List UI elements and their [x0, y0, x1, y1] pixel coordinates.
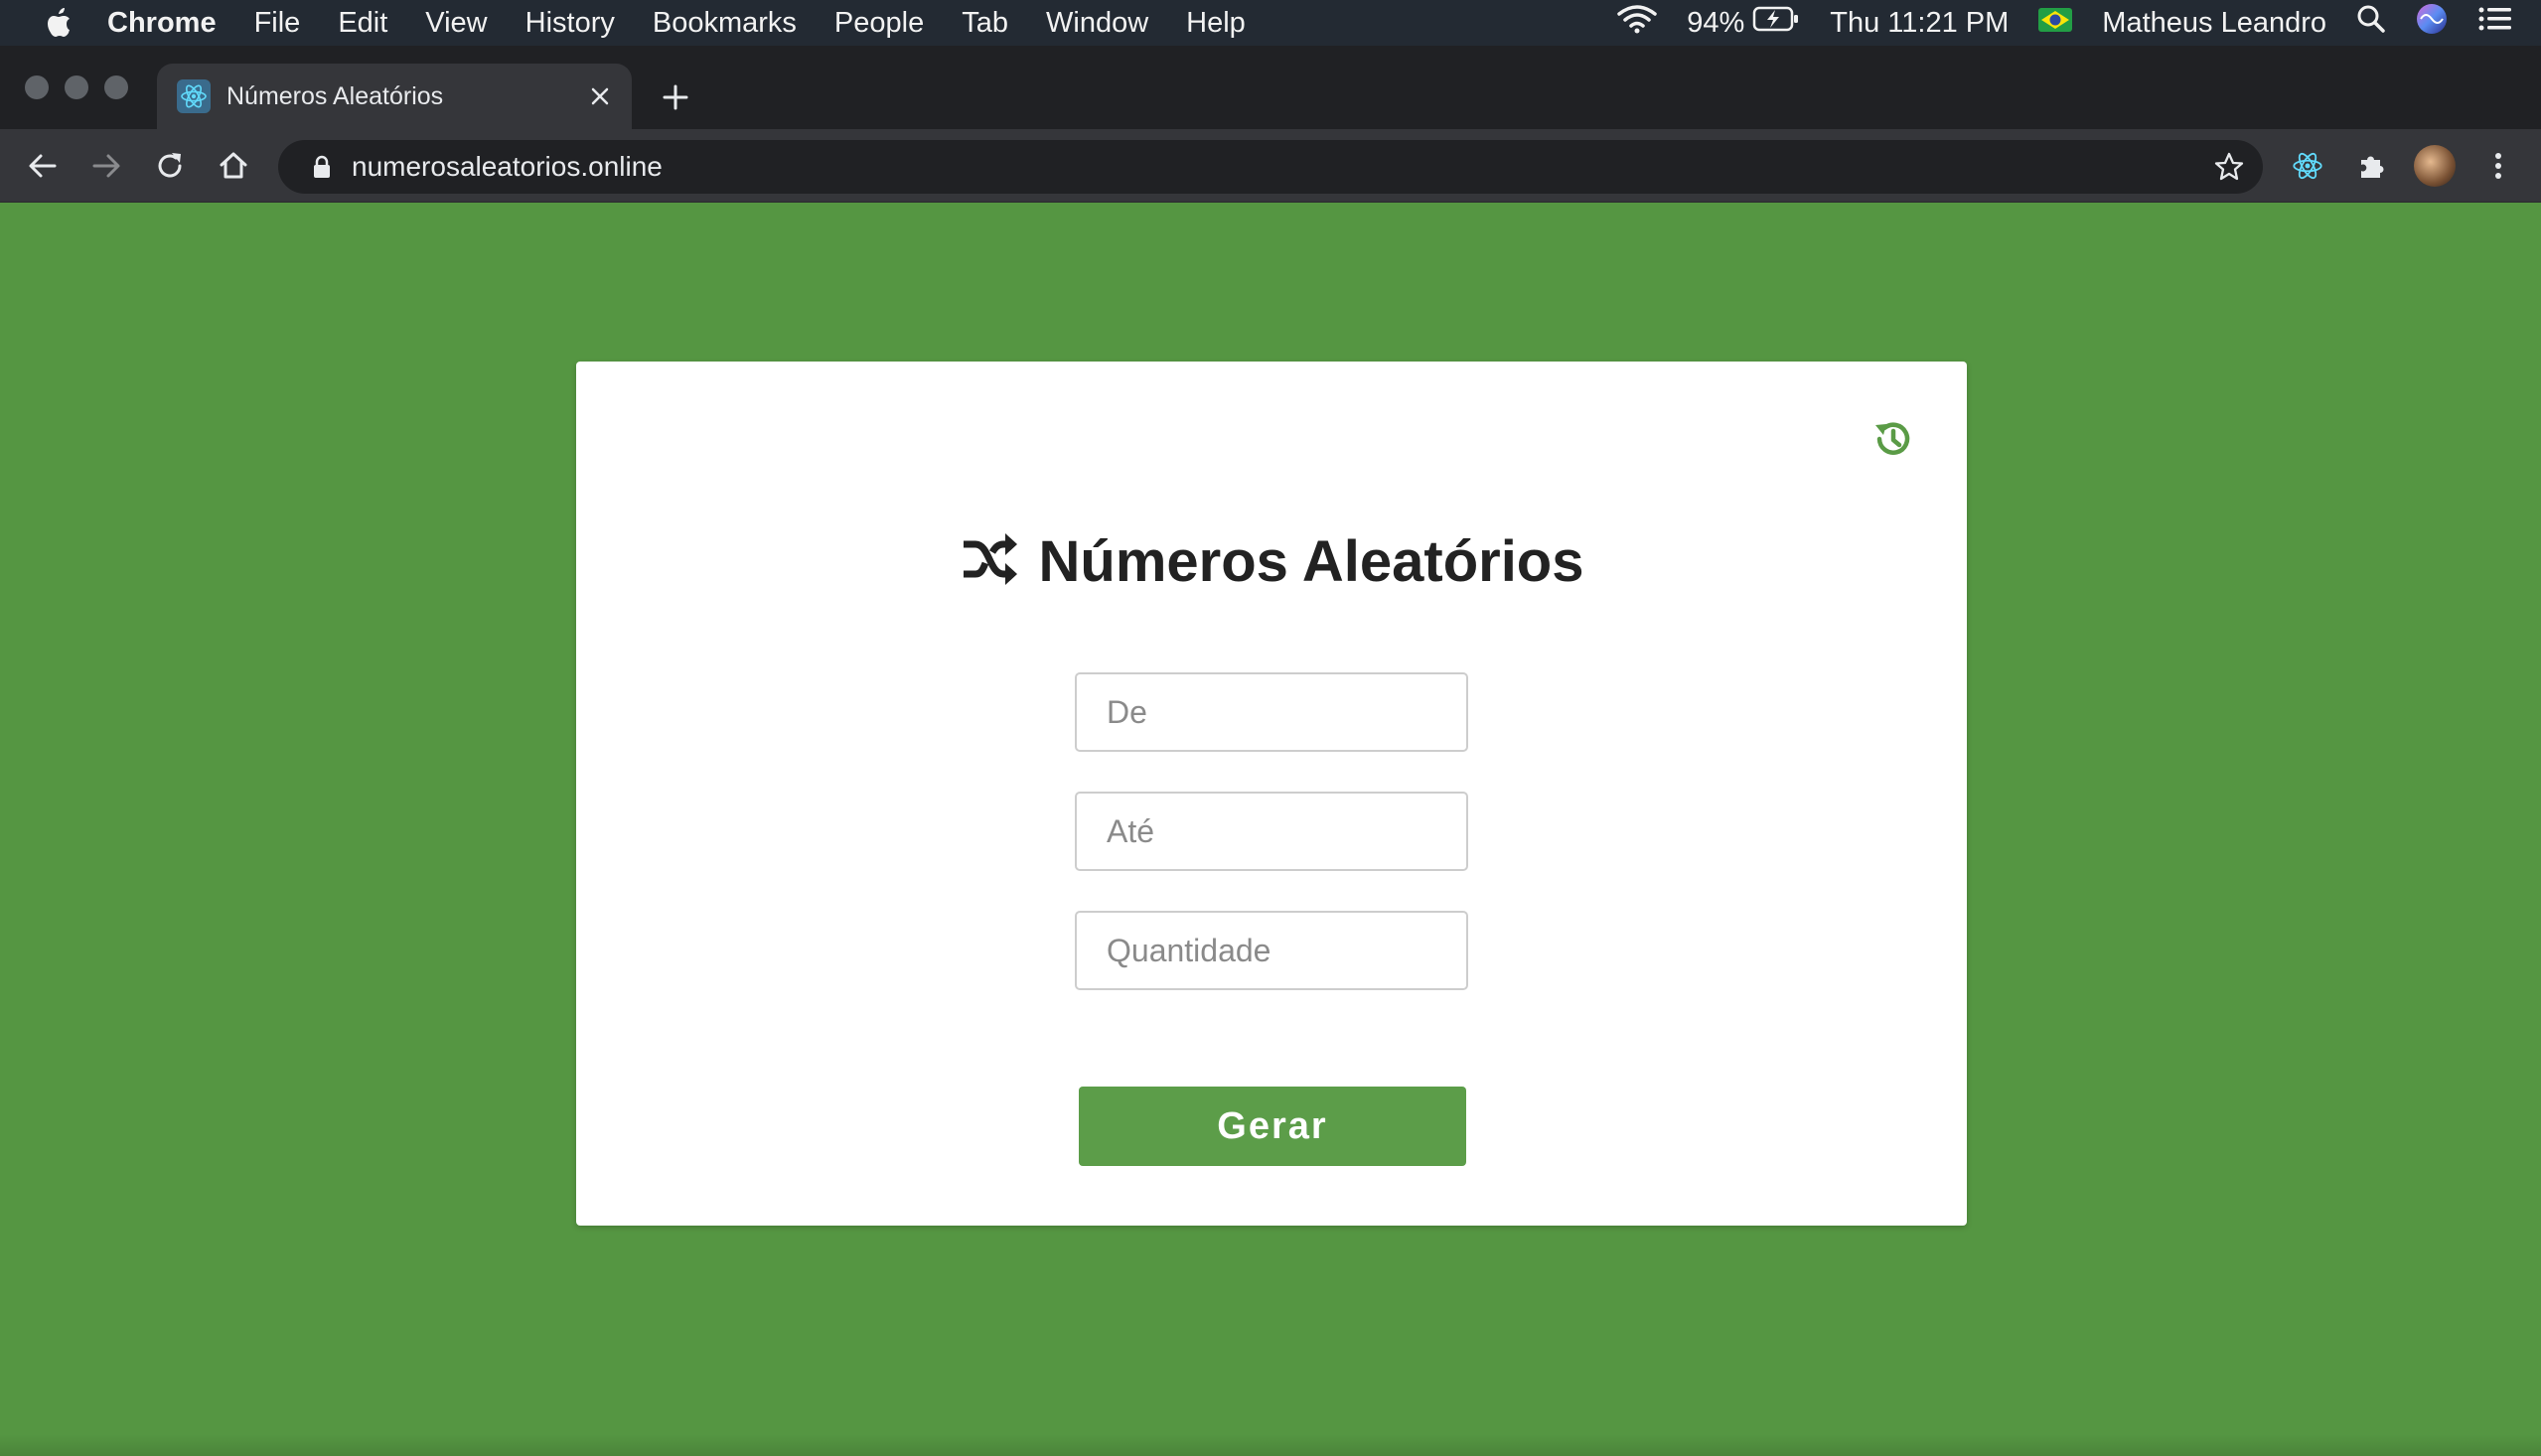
- brazil-flag-icon[interactable]: [2038, 7, 2073, 40]
- to-input[interactable]: [1075, 792, 1468, 871]
- address-bar[interactable]: numerosaleatorios.online: [278, 140, 2263, 194]
- siri-icon[interactable]: [2416, 3, 2448, 43]
- page-bottom-shadow: [0, 1434, 2541, 1456]
- menu-people[interactable]: People: [834, 7, 924, 40]
- menu-app-name[interactable]: Chrome: [107, 7, 217, 40]
- apple-icon[interactable]: [38, 7, 77, 39]
- profile-avatar[interactable]: [2411, 142, 2459, 190]
- wifi-icon[interactable]: [1617, 4, 1657, 42]
- page-title: Números Aleatórios: [1038, 529, 1584, 594]
- back-icon[interactable]: [19, 142, 67, 190]
- browser-toolbar: numerosaleatorios.online: [0, 129, 2541, 203]
- menubar-user[interactable]: Matheus Leandro: [2102, 7, 2326, 40]
- window-zoom-button[interactable]: [104, 75, 128, 99]
- lock-icon[interactable]: [302, 155, 342, 179]
- menu-edit[interactable]: Edit: [338, 7, 387, 40]
- history-icon[interactable]: [1869, 415, 1917, 463]
- menu-bookmarks[interactable]: Bookmarks: [653, 7, 797, 40]
- browser-tab-strip: Números Aleatórios: [0, 46, 2541, 129]
- menu-help[interactable]: Help: [1186, 7, 1246, 40]
- shuffle-icon: [960, 532, 1019, 591]
- menu-view[interactable]: View: [425, 7, 487, 40]
- react-devtools-icon[interactable]: [2284, 142, 2331, 190]
- bookmark-star-icon[interactable]: [2205, 143, 2253, 191]
- tab-close-icon[interactable]: [580, 76, 620, 116]
- title-row: Números Aleatórios: [576, 528, 1967, 595]
- reload-icon[interactable]: [146, 142, 194, 190]
- active-tab[interactable]: Números Aleatórios: [157, 64, 632, 129]
- spotlight-search-icon[interactable]: [2356, 4, 2386, 42]
- menubar-clock[interactable]: Thu 11:21 PM: [1830, 7, 2009, 40]
- menu-tab[interactable]: Tab: [962, 7, 1008, 40]
- react-favicon-icon: [177, 79, 211, 113]
- from-input[interactable]: [1075, 672, 1468, 752]
- tab-title: Números Aleatórios: [226, 81, 444, 110]
- extensions-puzzle-icon[interactable]: [2347, 142, 2395, 190]
- generator-card: Números Aleatórios Gerar: [576, 362, 1967, 1226]
- window-minimize-button[interactable]: [65, 75, 88, 99]
- menu-window[interactable]: Window: [1046, 7, 1148, 40]
- macos-menu-bar: Chrome File Edit View History Bookmarks …: [0, 0, 2541, 46]
- page-background: Números Aleatórios Gerar: [0, 203, 2541, 1456]
- menu-file[interactable]: File: [254, 7, 301, 40]
- menu-history[interactable]: History: [525, 7, 615, 40]
- new-tab-icon[interactable]: [654, 75, 697, 119]
- forward-icon[interactable]: [82, 142, 130, 190]
- home-icon[interactable]: [210, 142, 257, 190]
- quantity-input[interactable]: [1075, 911, 1468, 990]
- generate-button[interactable]: Gerar: [1079, 1087, 1466, 1166]
- battery-charging-icon[interactable]: [1752, 5, 1800, 41]
- url-text[interactable]: numerosaleatorios.online: [352, 151, 2205, 183]
- notification-center-icon[interactable]: [2477, 5, 2513, 41]
- window-close-button[interactable]: [25, 75, 49, 99]
- battery-percentage: 94%: [1687, 6, 1745, 39]
- chrome-menu-icon[interactable]: [2474, 142, 2522, 190]
